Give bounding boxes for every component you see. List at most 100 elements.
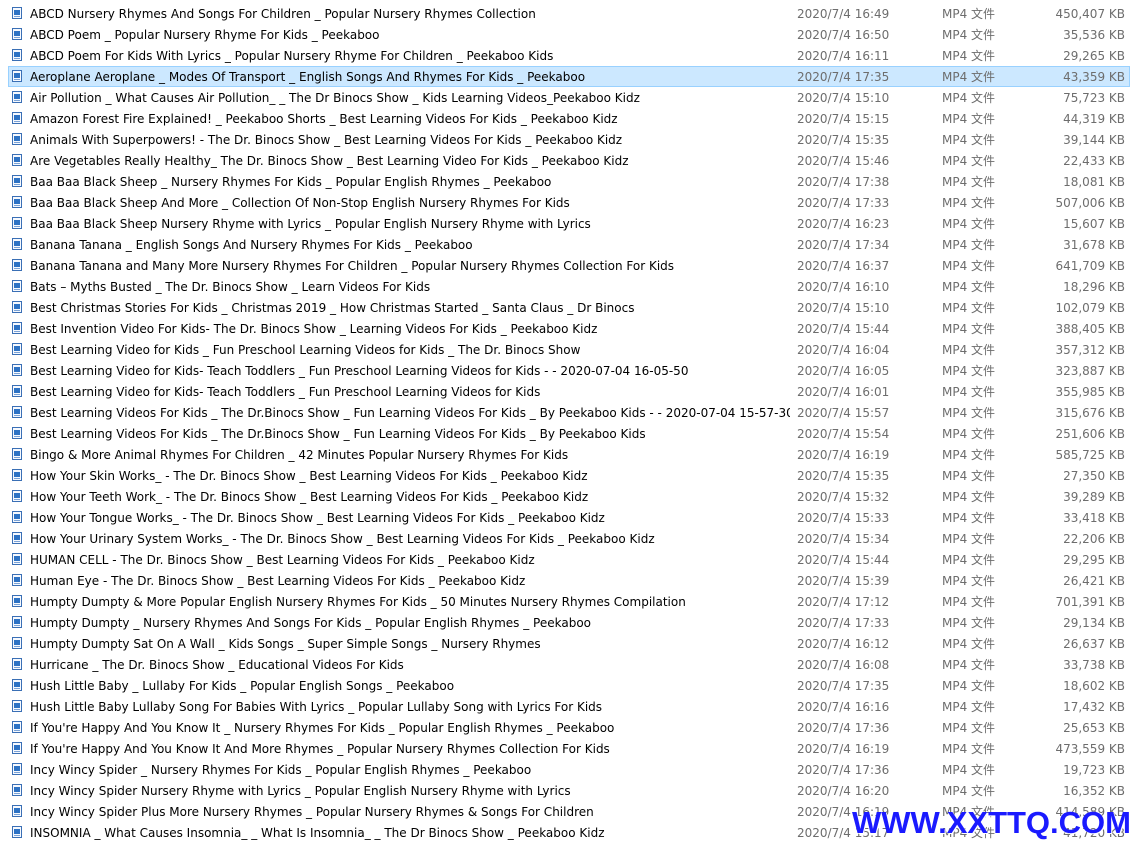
file-row[interactable]: How Your Urinary System Works_ - The Dr.… — [8, 528, 1130, 549]
file-size: 251,606 KB — [1055, 427, 1125, 441]
file-date-modified: 2020/7/4 15:33 — [797, 511, 890, 525]
file-name: Baa Baa Black Sheep And More _ Collectio… — [30, 196, 570, 210]
video-file-icon — [12, 238, 22, 250]
video-file-icon — [12, 343, 22, 355]
file-row[interactable]: HUMAN CELL - The Dr. Binocs Show _ Best … — [8, 549, 1130, 570]
file-date-modified: 2020/7/4 16:49 — [797, 7, 890, 21]
video-file-icon — [12, 406, 22, 418]
file-name: How Your Teeth Work_ - The Dr. Binocs Sh… — [30, 490, 589, 504]
file-size: 701,391 KB — [1055, 595, 1125, 609]
file-row[interactable]: Hush Little Baby _ Lullaby For Kids _ Po… — [8, 675, 1130, 696]
video-file-icon — [12, 280, 22, 292]
file-size: 25,653 KB — [1063, 721, 1125, 735]
file-row[interactable]: How Your Teeth Work_ - The Dr. Binocs Sh… — [8, 486, 1130, 507]
file-name: Are Vegetables Really Healthy_ The Dr. B… — [30, 154, 629, 168]
file-row[interactable]: Best Christmas Stories For Kids _ Christ… — [8, 297, 1130, 318]
file-row[interactable]: Hush Little Baby Lullaby Song For Babies… — [8, 696, 1130, 717]
file-name: INSOMNIA _ What Causes Insomnia_ _ What … — [30, 826, 605, 840]
video-file-icon — [12, 217, 22, 229]
file-size: 75,723 KB — [1063, 91, 1125, 105]
file-row[interactable]: Humpty Dumpty & More Popular English Nur… — [8, 591, 1130, 612]
file-row[interactable]: ABCD Poem For Kids With Lyrics _ Popular… — [8, 45, 1130, 66]
file-date-modified: 2020/7/4 16:19 — [797, 742, 890, 756]
file-row[interactable]: If You're Happy And You Know It And More… — [8, 738, 1130, 759]
file-date-modified: 2020/7/4 16:08 — [797, 658, 890, 672]
watermark-logo: WWW.XXTTQ.COM — [852, 805, 1131, 840]
file-row[interactable]: Air Pollution _ What Causes Air Pollutio… — [8, 87, 1130, 108]
file-row[interactable]: ABCD Poem _ Popular Nursery Rhyme For Ki… — [8, 24, 1130, 45]
video-file-icon — [12, 385, 22, 397]
file-date-modified: 2020/7/4 15:15 — [797, 112, 890, 126]
file-date-modified: 2020/7/4 16:50 — [797, 28, 890, 42]
file-size: 27,350 KB — [1063, 469, 1125, 483]
file-row[interactable]: Humpty Dumpty _ Nursery Rhymes And Songs… — [8, 612, 1130, 633]
file-row[interactable]: Best Learning Video for Kids- Teach Todd… — [8, 360, 1130, 381]
file-row[interactable]: Best Learning Videos For Kids _ The Dr.B… — [8, 423, 1130, 444]
file-row[interactable]: How Your Tongue Works_ - The Dr. Binocs … — [8, 507, 1130, 528]
video-file-icon — [12, 154, 22, 166]
video-file-icon — [12, 196, 22, 208]
video-file-icon — [12, 175, 22, 187]
file-row[interactable]: How Your Skin Works_ - The Dr. Binocs Sh… — [8, 465, 1130, 486]
video-file-icon — [12, 259, 22, 271]
file-row[interactable]: Baa Baa Black Sheep And More _ Collectio… — [8, 192, 1130, 213]
file-row[interactable]: Are Vegetables Really Healthy_ The Dr. B… — [8, 150, 1130, 171]
file-size: 315,676 KB — [1055, 406, 1125, 420]
file-row[interactable]: Human Eye - The Dr. Binocs Show _ Best L… — [8, 570, 1130, 591]
file-row[interactable]: ABCD Nursery Rhymes And Songs For Childr… — [8, 3, 1130, 24]
file-date-modified: 2020/7/4 17:33 — [797, 196, 890, 210]
video-file-icon — [12, 700, 22, 712]
file-size: 18,081 KB — [1063, 175, 1125, 189]
video-file-icon — [12, 763, 22, 775]
file-row[interactable]: Best Learning Videos For Kids _ The Dr.B… — [8, 402, 1130, 423]
file-row[interactable]: Bingo & More Animal Rhymes For Children … — [8, 444, 1130, 465]
video-file-icon — [12, 469, 22, 481]
file-row[interactable]: Incy Wincy Spider Nursery Rhyme with Lyr… — [8, 780, 1130, 801]
video-file-icon — [12, 721, 22, 733]
file-name: Bingo & More Animal Rhymes For Children … — [30, 448, 569, 462]
file-size: 29,295 KB — [1063, 553, 1125, 567]
file-row[interactable]: Banana Tanana and Many More Nursery Rhym… — [8, 255, 1130, 276]
video-file-icon — [12, 553, 22, 565]
file-name: Best Invention Video For Kids- The Dr. B… — [30, 322, 598, 336]
file-row[interactable]: If You're Happy And You Know It _ Nurser… — [8, 717, 1130, 738]
file-name: If You're Happy And You Know It _ Nurser… — [30, 721, 615, 735]
file-size: 507,006 KB — [1055, 196, 1125, 210]
file-name: ABCD Nursery Rhymes And Songs For Childr… — [30, 7, 536, 21]
file-name: Hush Little Baby Lullaby Song For Babies… — [30, 700, 603, 714]
file-row[interactable]: Amazon Forest Fire Explained! _ Peekaboo… — [8, 108, 1130, 129]
file-size: 35,536 KB — [1063, 28, 1125, 42]
file-name: Human Eye - The Dr. Binocs Show _ Best L… — [30, 574, 526, 588]
file-date-modified: 2020/7/4 15:44 — [797, 553, 890, 567]
video-file-icon — [12, 301, 22, 313]
file-row[interactable]: Humpty Dumpty Sat On A Wall _ Kids Songs… — [8, 633, 1130, 654]
file-row[interactable]: Best Learning Video for Kids- Teach Todd… — [8, 381, 1130, 402]
video-file-icon — [12, 658, 22, 670]
file-name: HUMAN CELL - The Dr. Binocs Show _ Best … — [30, 553, 535, 567]
file-name: Hush Little Baby _ Lullaby For Kids _ Po… — [30, 679, 455, 693]
file-row[interactable]: Hurricane _ The Dr. Binocs Show _ Educat… — [8, 654, 1130, 675]
file-row[interactable]: Animals With Superpowers! - The Dr. Bino… — [8, 129, 1130, 150]
file-name: Best Learning Videos For Kids _ The Dr.B… — [30, 427, 646, 441]
file-row[interactable]: Best Learning Video for Kids _ Fun Presc… — [8, 339, 1130, 360]
file-name: Humpty Dumpty Sat On A Wall _ Kids Songs… — [30, 637, 541, 651]
file-name: Baa Baa Black Sheep Nursery Rhyme with L… — [30, 217, 591, 231]
file-name: How Your Tongue Works_ - The Dr. Binocs … — [30, 511, 605, 525]
file-row[interactable]: Incy Wincy Spider _ Nursery Rhymes For K… — [8, 759, 1130, 780]
file-date-modified: 2020/7/4 17:38 — [797, 175, 890, 189]
file-date-modified: 2020/7/4 15:10 — [797, 91, 890, 105]
file-date-modified: 2020/7/4 15:44 — [797, 322, 890, 336]
file-name: Aeroplane Aeroplane _ Modes Of Transport… — [30, 70, 586, 84]
video-file-icon — [12, 595, 22, 607]
file-row[interactable]: Bats – Myths Busted _ The Dr. Binocs Sho… — [8, 276, 1130, 297]
file-row[interactable]: Best Invention Video For Kids- The Dr. B… — [8, 318, 1130, 339]
file-row[interactable]: Baa Baa Black Sheep _ Nursery Rhymes For… — [8, 171, 1130, 192]
video-file-icon — [12, 532, 22, 544]
file-row[interactable]: Baa Baa Black Sheep Nursery Rhyme with L… — [8, 213, 1130, 234]
file-name: Banana Tanana and Many More Nursery Rhym… — [30, 259, 675, 273]
file-row[interactable]: Banana Tanana _ English Songs And Nurser… — [8, 234, 1130, 255]
video-file-icon — [12, 616, 22, 628]
file-row[interactable]: Aeroplane Aeroplane _ Modes Of Transport… — [8, 66, 1130, 87]
file-name: Best Christmas Stories For Kids _ Christ… — [30, 301, 635, 315]
file-name: Baa Baa Black Sheep _ Nursery Rhymes For… — [30, 175, 552, 189]
